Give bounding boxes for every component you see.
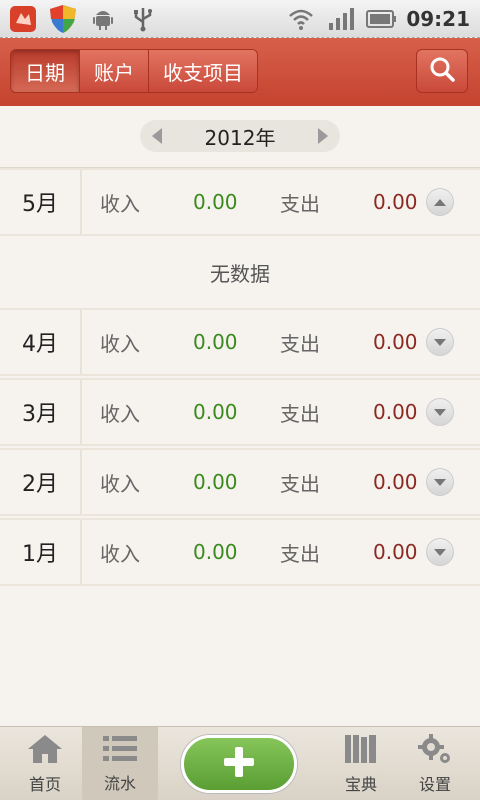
month-label: 4月	[0, 310, 82, 374]
expand-toggle-button[interactable]	[426, 328, 454, 356]
income-value: 0.00	[193, 540, 238, 564]
view-segmented-control: 日期 账户 收支项目	[10, 49, 258, 93]
status-bar: 09:21	[0, 0, 480, 38]
expand-toggle-button[interactable]	[426, 538, 454, 566]
tab-category[interactable]: 收支项目	[149, 50, 257, 92]
expense-value: 0.00	[373, 540, 418, 564]
wifi-icon	[286, 4, 316, 34]
search-button[interactable]	[416, 49, 468, 93]
chevron-down-icon	[434, 408, 446, 416]
month-label: 2月	[0, 450, 82, 514]
chevron-down-icon	[434, 478, 446, 486]
gear-icon	[417, 733, 453, 769]
empty-state: 无数据	[0, 238, 480, 306]
chevron-down-icon	[434, 338, 446, 346]
expense-value: 0.00	[373, 190, 418, 214]
income-label: 收入	[100, 471, 140, 496]
books-icon	[343, 733, 379, 769]
previous-year-arrow-icon[interactable]	[152, 128, 162, 144]
income-value: 0.00	[193, 190, 238, 214]
income-value: 0.00	[193, 400, 238, 424]
month-row-march[interactable]: 3月 收入 0.00 支出 0.00	[0, 378, 480, 446]
income-label: 收入	[100, 541, 140, 566]
month-row-may[interactable]: 5月 收入 0.00 支出 0.00	[0, 168, 480, 236]
usb-icon	[128, 4, 158, 34]
month-label: 5月	[0, 170, 82, 234]
nav-transactions-label: 流水	[103, 774, 136, 793]
nav-settings-label: 设置	[418, 775, 451, 794]
collapse-toggle-button[interactable]	[426, 188, 454, 216]
expense-value: 0.00	[373, 470, 418, 494]
expense-value: 0.00	[373, 330, 418, 354]
year-selector-bar: 2012年	[0, 106, 480, 168]
chevron-up-icon	[434, 198, 446, 206]
expense-value: 0.00	[373, 400, 418, 424]
app-icon	[8, 4, 38, 34]
income-value: 0.00	[193, 330, 238, 354]
month-row-april[interactable]: 4月 收入 0.00 支出 0.00	[0, 308, 480, 376]
income-label: 收入	[100, 331, 140, 356]
year-label: 2012年	[204, 125, 276, 150]
nav-guide-label: 宝典	[344, 775, 377, 794]
nav-home[interactable]: 首页	[7, 727, 83, 800]
expense-label: 支出	[280, 541, 320, 566]
income-label: 收入	[100, 191, 140, 216]
tab-account[interactable]: 账户	[80, 50, 149, 92]
chevron-down-icon	[434, 548, 446, 556]
income-label: 收入	[100, 401, 140, 426]
home-icon	[26, 733, 64, 769]
clock: 09:21	[406, 7, 470, 31]
nav-guide[interactable]: 宝典	[323, 727, 399, 800]
search-icon	[429, 56, 455, 86]
android-debug-icon	[88, 4, 118, 34]
expense-label: 支出	[280, 401, 320, 426]
tab-date[interactable]: 日期	[11, 50, 80, 92]
month-row-february[interactable]: 2月 收入 0.00 支出 0.00	[0, 448, 480, 516]
year-selector: 2012年	[140, 120, 340, 152]
expand-toggle-button[interactable]	[426, 398, 454, 426]
expense-label: 支出	[280, 191, 320, 216]
month-label: 1月	[0, 520, 82, 584]
bottom-navigation: 首页 流水 宝典 设置	[0, 726, 480, 800]
app-header: 日期 账户 收支项目	[0, 38, 480, 106]
plus-icon	[222, 745, 256, 783]
nav-transactions[interactable]: 流水	[82, 727, 158, 800]
nav-settings[interactable]: 设置	[397, 727, 473, 800]
list-icon	[102, 734, 138, 768]
income-value: 0.00	[193, 470, 238, 494]
expand-toggle-button[interactable]	[426, 468, 454, 496]
month-list: 5月 收入 0.00 支出 0.00 无数据 4月 收入 0.00 支出 0.0…	[0, 168, 480, 588]
next-year-arrow-icon[interactable]	[318, 128, 328, 144]
month-label: 3月	[0, 380, 82, 444]
signal-icon	[326, 4, 356, 34]
expense-label: 支出	[280, 331, 320, 356]
nav-home-label: 首页	[28, 775, 61, 794]
expense-label: 支出	[280, 471, 320, 496]
battery-icon	[366, 4, 397, 34]
add-transaction-button[interactable]	[181, 735, 297, 793]
shield-icon	[48, 4, 78, 34]
month-row-january[interactable]: 1月 收入 0.00 支出 0.00	[0, 518, 480, 586]
